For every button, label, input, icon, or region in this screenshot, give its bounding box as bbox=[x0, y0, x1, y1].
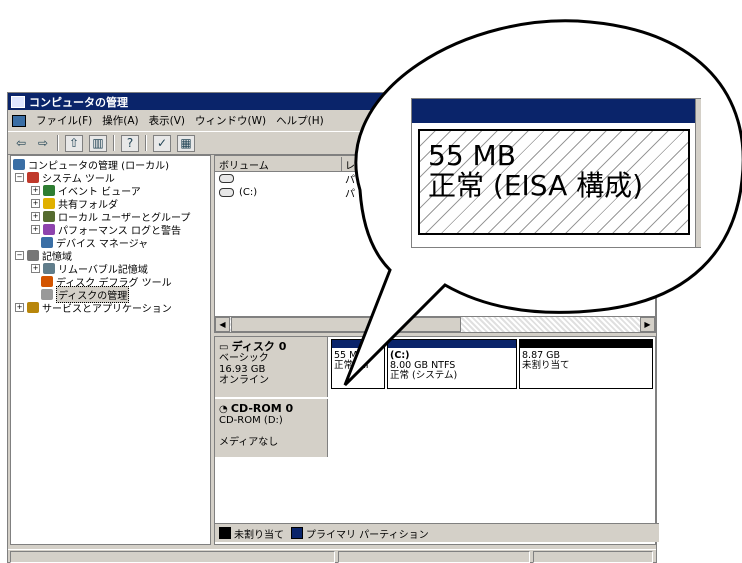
computer-icon bbox=[11, 95, 25, 108]
services-icon bbox=[27, 302, 39, 313]
menu-file[interactable]: ファイル(F) bbox=[36, 113, 92, 128]
column-layout[interactable]: レ bbox=[341, 157, 355, 172]
column-volume[interactable]: ボリューム bbox=[219, 157, 269, 172]
legend-primary-swatch bbox=[291, 527, 303, 539]
collapse-icon[interactable]: − bbox=[15, 251, 24, 260]
zoom-edge bbox=[695, 99, 701, 247]
scroll-right-icon[interactable]: ▶ bbox=[640, 317, 655, 332]
collapse-icon[interactable]: − bbox=[15, 173, 24, 182]
status-panel bbox=[10, 551, 335, 563]
help-icon[interactable]: ✓ bbox=[153, 134, 171, 152]
legend-unallocated-label: 未割り当て bbox=[234, 529, 284, 541]
window-title: コンピュータの管理 bbox=[29, 95, 128, 109]
zoom-size-text: 55 MB bbox=[428, 139, 516, 172]
up-folder-icon[interactable]: ⇧ bbox=[65, 134, 83, 152]
volume-row[interactable]: パ bbox=[219, 172, 355, 186]
disk-icon bbox=[219, 188, 234, 197]
scroll-left-icon[interactable]: ◀ bbox=[215, 317, 230, 332]
partition-eisa[interactable]: 55 MB 正常 (EI bbox=[331, 339, 385, 389]
expand-icon[interactable]: + bbox=[31, 186, 40, 195]
tools-icon bbox=[27, 172, 39, 183]
toolbar-separator bbox=[145, 135, 147, 151]
partition-c[interactable]: (C:) 8.00 GB NTFS 正常 (システム) bbox=[387, 339, 517, 389]
cdrom-icon: ◔ bbox=[219, 404, 231, 415]
expand-icon[interactable]: + bbox=[31, 225, 40, 234]
storage-icon bbox=[27, 250, 39, 261]
partition-unallocated[interactable]: 8.87 GB 未割り当て bbox=[519, 339, 653, 389]
disk-icon: ▭ bbox=[219, 342, 232, 353]
users-icon bbox=[43, 211, 55, 222]
shared-folder-icon bbox=[43, 198, 55, 209]
settings-icon[interactable]: ▦ bbox=[177, 134, 195, 152]
console-tree: コンピュータの管理 (ローカル) − システム ツール + イベント ビューア … bbox=[10, 155, 211, 545]
status-bar bbox=[8, 549, 656, 563]
toolbar-separator bbox=[113, 135, 115, 151]
status-panel bbox=[338, 551, 530, 563]
volume-row[interactable]: (C:) パ bbox=[219, 186, 355, 200]
computer-icon bbox=[13, 159, 25, 170]
horizontal-scrollbar[interactable]: ◀ ▶ bbox=[215, 316, 655, 332]
disk-management-icon bbox=[41, 289, 53, 300]
zoom-partition-body: 55 MB 正常 (EISA 構成) bbox=[418, 129, 690, 235]
zoom-status-text: 正常 (EISA 構成) bbox=[428, 169, 644, 202]
menu-window[interactable]: ウィンドウ(W) bbox=[195, 113, 266, 128]
show-hide-tree-icon[interactable]: ▥ bbox=[89, 134, 107, 152]
disk-icon bbox=[219, 174, 234, 183]
back-arrow-icon[interactable]: ⇦ bbox=[13, 136, 29, 151]
expand-icon[interactable]: + bbox=[31, 264, 40, 273]
disk-legend: 未割り当て プライマリ パーティション bbox=[215, 523, 659, 542]
toolbar-separator bbox=[57, 135, 59, 151]
app-menu-icon[interactable] bbox=[12, 114, 26, 127]
menu-view[interactable]: 表示(V) bbox=[149, 113, 185, 128]
legend-primary-label: プライマリ パーティション bbox=[306, 529, 429, 541]
cdrom0-label[interactable]: ◔ CD-ROM 0 CD-ROM (D:) メディアなし bbox=[215, 399, 328, 457]
expand-icon[interactable]: + bbox=[15, 303, 24, 312]
tree-node-services[interactable]: + サービスとアプリケーション bbox=[15, 301, 172, 315]
disk-graph: ▭ ディスク 0 ベーシック 16.93 GB オンライン 55 MB 正常 (E… bbox=[214, 336, 659, 545]
removable-storage-icon bbox=[43, 263, 55, 274]
zoom-partition-bar bbox=[412, 99, 695, 123]
forward-arrow-icon[interactable]: ⇨ bbox=[35, 136, 51, 151]
menu-help[interactable]: ヘルプ(H) bbox=[276, 113, 324, 128]
menu-action[interactable]: 操作(A) bbox=[102, 113, 138, 128]
legend-unallocated-swatch bbox=[219, 527, 231, 539]
device-manager-icon bbox=[41, 237, 53, 248]
zoomed-partition-detail: 55 MB 正常 (EISA 構成) bbox=[411, 98, 701, 248]
performance-icon bbox=[43, 224, 55, 235]
event-viewer-icon bbox=[43, 185, 55, 196]
disk0-label[interactable]: ▭ ディスク 0 ベーシック 16.93 GB オンライン bbox=[215, 337, 328, 397]
status-panel bbox=[533, 551, 653, 563]
scroll-thumb[interactable] bbox=[231, 317, 461, 332]
expand-icon[interactable]: + bbox=[31, 199, 40, 208]
expand-icon[interactable]: + bbox=[31, 212, 40, 221]
defrag-icon bbox=[41, 276, 53, 287]
properties-icon[interactable]: ? bbox=[121, 134, 139, 152]
